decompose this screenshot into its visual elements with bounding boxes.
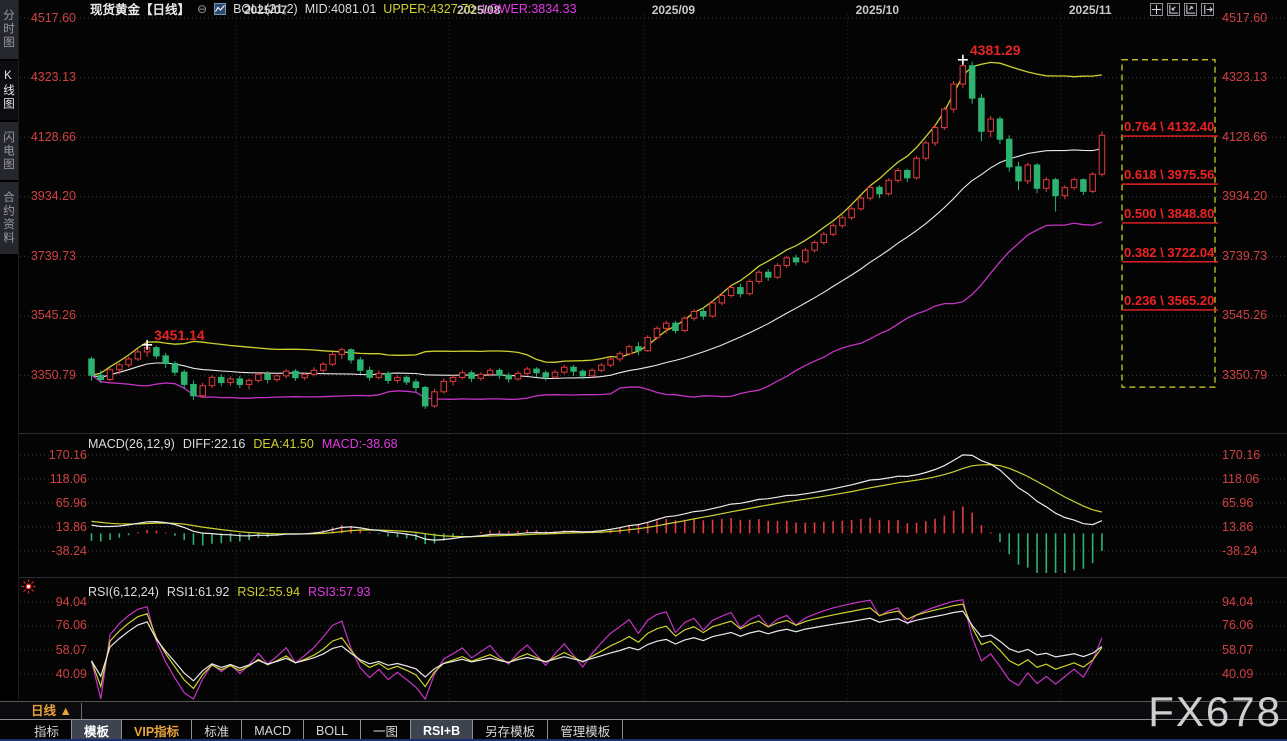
tab-manage-template[interactable]: 管理模板 (548, 720, 623, 741)
price-tick-left: 3934.20 (20, 190, 76, 203)
fib-level-label: 0.500 \ 3848.80 (1124, 206, 1214, 221)
panel-separator (0, 433, 1287, 434)
macd-panel-header: MACD(26,12,9) DIFF:22.16 DEA:41.50 MACD:… (88, 437, 398, 451)
fib-level-label: 0.382 \ 3722.04 (1124, 245, 1214, 260)
tab-contract-info[interactable]: 合约资料 (0, 182, 18, 254)
macd-tick-right: -38.24 (1222, 545, 1257, 558)
tab-standard[interactable]: 标准 (192, 720, 242, 741)
rsi2-value: RSI2:55.94 (237, 585, 300, 599)
tab-kline-chart[interactable]: K线图 (0, 61, 18, 120)
macd-tick-left: -38.24 (20, 545, 87, 558)
rsi-marker-icon[interactable] (21, 579, 36, 594)
macd-tick-left: 170.16 (20, 449, 87, 462)
macd-tick-left: 118.06 (20, 473, 87, 486)
left-sidebar: 分时图 K线图闪电图合约资料 (0, 0, 19, 700)
macd-dea-value: DEA:41.50 (253, 437, 313, 451)
fib-level-label: 0.236 \ 3565.20 (1124, 293, 1214, 308)
tab-time-chart[interactable]: 分时图 (0, 0, 18, 59)
bottom-tab-bar: 指标模板VIP指标标准MACDBOLL一图RSI+B另存模板管理模板 (22, 720, 623, 741)
price-tick-right: 4323.13 (1222, 71, 1267, 84)
macd-diff-value: DIFF:22.16 (183, 437, 246, 451)
up-arrow-icon: ▲ (60, 704, 72, 718)
chart-header: 现货黄金【日线】 ⊖ BOLL(21,2) MID:4081.01 UPPER:… (90, 1, 577, 16)
macd-label: MACD(26,12,9) (88, 437, 175, 451)
watermark: FX678 (1148, 691, 1282, 733)
tab-rsi-b[interactable]: RSI+B (411, 720, 473, 741)
tab-indicator[interactable]: 指标 (22, 720, 72, 741)
boll-label: BOLL(21,2) (233, 2, 298, 16)
crosshair-icon[interactable] (1150, 3, 1163, 16)
rsi-tick-right: 58.07 (1222, 644, 1253, 657)
price-tick-left: 3545.26 (20, 309, 76, 322)
price-tick-right: 3739.73 (1222, 250, 1267, 263)
price-tick-right: 3350.79 (1222, 369, 1267, 382)
chart-window: 现货黄金【日线】 ⊖ BOLL(21,2) MID:4081.01 UPPER:… (0, 0, 1287, 741)
tab-flash-chart[interactable]: 闪电图 (0, 122, 18, 181)
macd-tick-left: 13.86 (20, 521, 87, 534)
rsi-label: RSI(6,12,24) (88, 585, 159, 599)
tab-one-chart[interactable]: 一图 (361, 720, 411, 741)
price-tick-right: 4517.60 (1222, 12, 1267, 25)
rsi-tick-left: 94.04 (20, 596, 87, 609)
macd-tick-right: 65.96 (1222, 497, 1253, 510)
indicator-chart-icon (214, 3, 226, 15)
chart-toolbar (1150, 3, 1214, 16)
chart-canvas[interactable] (0, 0, 1287, 741)
fib-level-label: 0.618 \ 3975.56 (1124, 167, 1214, 182)
tab-boll[interactable]: BOLL (304, 720, 361, 741)
price-annotation: 4381.29 (970, 42, 1021, 58)
price-annotation: 3451.14 (154, 327, 205, 343)
boll-mid-value: MID:4081.01 (305, 2, 377, 16)
rsi-tick-right: 40.09 (1222, 668, 1253, 681)
rsi-panel-header: RSI(6,12,24) RSI1:61.92 RSI2:55.94 RSI3:… (88, 585, 371, 599)
price-tick-left: 3350.79 (20, 369, 76, 382)
rsi-tick-right: 94.04 (1222, 596, 1253, 609)
boll-upper-value: UPPER:4327.70 (383, 2, 475, 16)
period-selector[interactable]: 日线 ▲ (22, 703, 82, 720)
price-tick-left: 4128.66 (20, 131, 76, 144)
price-tick-right: 4128.66 (1222, 131, 1267, 144)
tab-template[interactable]: 模板 (72, 720, 122, 741)
macd-tick-right: 170.16 (1222, 449, 1260, 462)
macd-hist-value: MACD:-38.68 (322, 437, 398, 451)
pan-right-icon[interactable] (1201, 3, 1214, 16)
macd-tick-left: 65.96 (20, 497, 87, 510)
rsi1-value: RSI1:61.92 (167, 585, 230, 599)
price-tick-right: 3934.20 (1222, 190, 1267, 203)
compress-axis-icon[interactable] (1167, 3, 1180, 16)
collapse-icon[interactable]: ⊖ (197, 2, 207, 16)
price-tick-left: 4323.13 (20, 71, 76, 84)
panel-separator (0, 577, 1287, 578)
rsi3-value: RSI3:57.93 (308, 585, 371, 599)
macd-tick-right: 118.06 (1222, 473, 1259, 486)
fib-level-label: 0.764 \ 4132.40 (1124, 119, 1214, 134)
boll-lower-value: LOWER:3834.33 (482, 2, 577, 16)
price-tick-left: 4517.60 (20, 12, 76, 25)
symbol-title: 现货黄金【日线】 (90, 0, 190, 18)
tab-macd[interactable]: MACD (242, 720, 304, 741)
price-tick-right: 3545.26 (1222, 309, 1267, 322)
rsi-tick-left: 76.06 (20, 619, 87, 632)
x-axis-row: 日线 ▲ (0, 701, 1287, 720)
rsi-tick-right: 76.06 (1222, 619, 1253, 632)
tab-vip-indicator[interactable]: VIP指标 (122, 720, 192, 741)
rsi-tick-left: 58.07 (20, 644, 87, 657)
macd-tick-right: 13.86 (1222, 521, 1253, 534)
expand-axis-icon[interactable] (1184, 3, 1197, 16)
rsi-tick-left: 40.09 (20, 668, 87, 681)
tab-save-template[interactable]: 另存模板 (473, 720, 548, 741)
price-tick-left: 3739.73 (20, 250, 76, 263)
